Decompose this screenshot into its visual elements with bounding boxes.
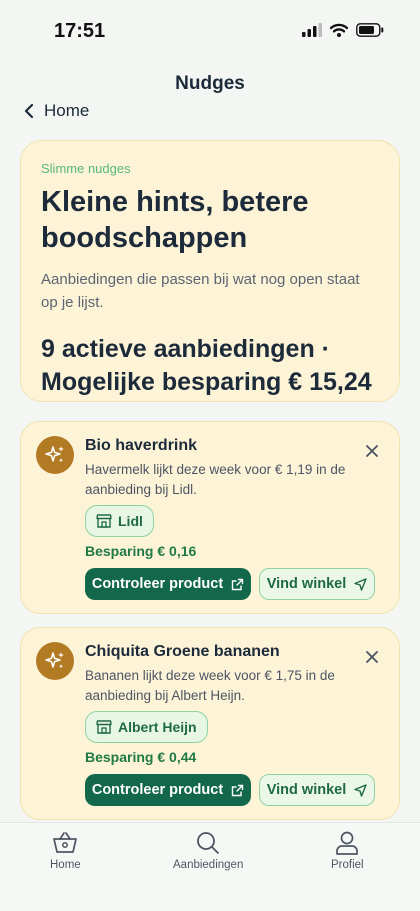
check-product-label: Controleer product <box>91 576 224 592</box>
sparkles-icon <box>36 436 74 474</box>
saving-amount: Besparing € 0,44 <box>85 749 197 765</box>
status-time: 17:51 <box>54 20 106 42</box>
wifi-icon <box>330 23 348 37</box>
hero-eyebrow: Slimme nudges <box>41 161 131 176</box>
tab-offers-label: Aanbiedingen <box>173 859 244 871</box>
saving-amount: Besparing € 0,16 <box>85 543 197 559</box>
hero-description: Aanbiedingen die passen bij wat nog open… <box>41 271 360 311</box>
find-store-button[interactable]: Vind winkel <box>259 774 375 806</box>
tab-bar: Home Aanbiedingen Profiel <box>0 822 420 911</box>
check-product-label: Controleer product <box>91 782 224 798</box>
find-store-label: Vind winkel <box>266 576 347 592</box>
sparkles-icon <box>36 642 74 680</box>
store-name: Albert Heijn <box>118 719 197 735</box>
basket-icon <box>53 832 78 853</box>
back-label: Home <box>44 101 90 120</box>
find-store-button[interactable]: Vind winkel <box>259 568 375 600</box>
external-link-icon <box>231 578 244 590</box>
hero-card: Slimme nudges Kleine hints, betere boods… <box>20 140 400 402</box>
close-icon[interactable] <box>365 444 379 458</box>
check-product-button[interactable]: Controleer product <box>85 774 251 806</box>
find-store-label: Vind winkel <box>266 782 347 798</box>
chevron-left-icon <box>24 103 34 119</box>
search-icon <box>197 832 220 854</box>
hero-title: Kleine hints, betere boodschappen <box>41 186 309 254</box>
offer-description: Havermelk lijkt deze week voor € 1,19 in… <box>85 462 346 497</box>
tab-home[interactable]: Home <box>50 831 81 871</box>
navigation-arrow-icon <box>354 783 367 797</box>
person-icon <box>336 831 359 855</box>
navigation-arrow-icon <box>354 577 367 591</box>
store-chip[interactable]: Albert Heijn <box>85 711 208 743</box>
offer-card: Chiquita Groene bananen Bananen lijkt de… <box>20 627 400 820</box>
offer-title: Bio haverdrink <box>85 437 198 454</box>
store-name: Lidl <box>118 513 143 529</box>
check-product-button[interactable]: Controleer product <box>85 568 251 600</box>
status-bar: 17:51 <box>0 0 420 62</box>
status-icons <box>302 23 384 37</box>
external-link-icon <box>231 784 244 796</box>
tab-offers[interactable]: Aanbiedingen <box>173 831 243 871</box>
page-title: Nudges <box>175 73 245 94</box>
tab-home-label: Home <box>50 859 81 871</box>
battery-icon <box>356 23 384 37</box>
offer-description: Bananen lijkt deze week voor € 1,75 in d… <box>85 668 335 703</box>
tab-profile-label: Profiel <box>331 859 364 871</box>
back-button[interactable]: Home <box>24 99 89 123</box>
storefront-icon <box>96 720 112 734</box>
storefront-icon <box>96 514 112 528</box>
signal-icon <box>302 23 322 37</box>
store-chip[interactable]: Lidl <box>85 505 154 537</box>
close-icon[interactable] <box>365 650 379 664</box>
hero-summary: 9 actieve aanbiedingen · Mogelijke bespa… <box>41 335 372 396</box>
offer-title: Chiquita Groene bananen <box>85 643 280 660</box>
offer-card: Bio haverdrink Havermelk lijkt deze week… <box>20 421 400 614</box>
tab-profile[interactable]: Profiel <box>331 831 364 871</box>
